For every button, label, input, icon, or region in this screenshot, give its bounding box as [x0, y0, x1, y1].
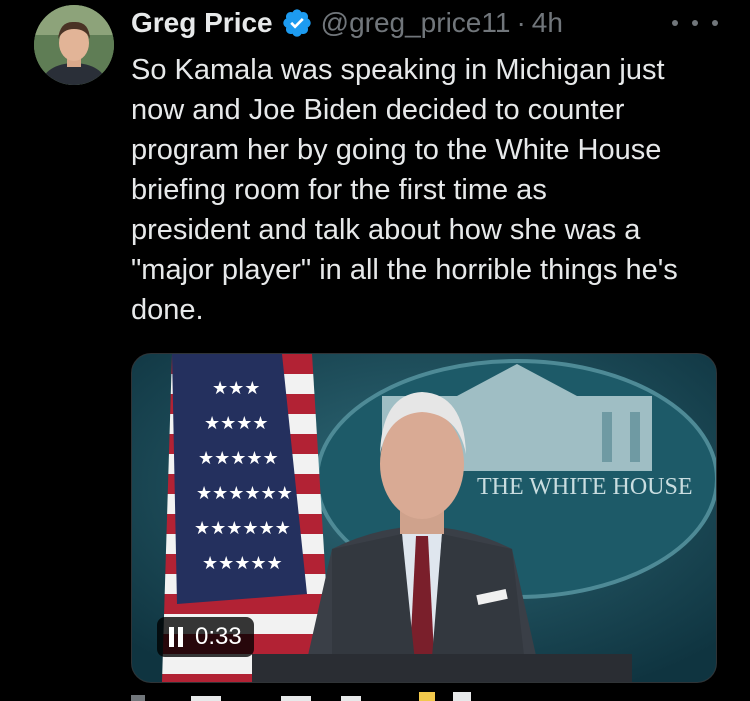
avatar[interactable] — [34, 5, 114, 85]
verified-badge-icon[interactable] — [281, 7, 313, 39]
author-handle[interactable]: @greg_price11 — [321, 7, 511, 39]
video-player[interactable]: THE WHITE HOUSE ★★★ ★★★★ ★★★★★ ★★★★★★ ★★… — [131, 353, 717, 683]
next-tweet-partial — [131, 690, 511, 701]
timestamp[interactable]: 4h — [532, 7, 563, 39]
author-name[interactable]: Greg Price — [131, 7, 273, 39]
video-duration-badge[interactable]: 0:33 — [157, 617, 254, 657]
video-duration: 0:33 — [195, 623, 242, 650]
svg-text:★★★★★: ★★★★★ — [198, 448, 279, 469]
backdrop-text: THE WHITE HOUSE — [477, 474, 693, 500]
svg-text:★★★★★: ★★★★★ — [202, 553, 283, 574]
svg-text:★★★★: ★★★★ — [204, 413, 269, 434]
pause-icon[interactable] — [167, 627, 185, 647]
tweet-text: So Kamala was speaking in Michigan just … — [131, 54, 678, 326]
avatar-image — [34, 5, 114, 85]
separator-dot: · — [516, 7, 526, 38]
svg-text:★★★: ★★★ — [212, 378, 260, 399]
more-options-icon[interactable] — [672, 8, 718, 38]
tweet-header: Greg Price @greg_price11 · 4h — [131, 4, 563, 42]
svg-text:★★★★★★: ★★★★★★ — [196, 483, 293, 504]
svg-text:★★★★★★: ★★★★★★ — [194, 518, 291, 539]
